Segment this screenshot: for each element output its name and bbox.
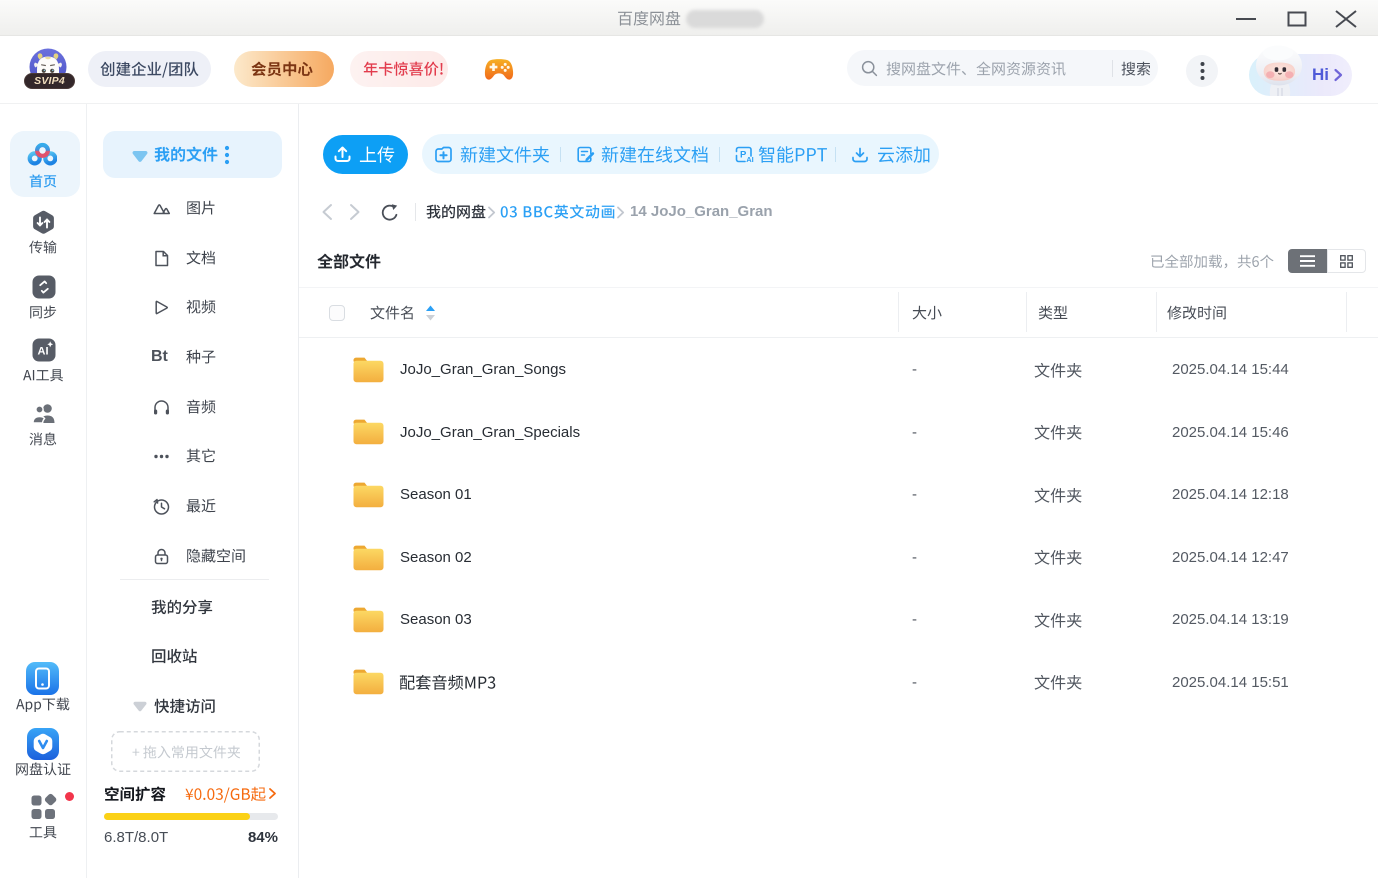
svg-text:AI: AI bbox=[38, 346, 49, 358]
svg-text:AI: AI bbox=[746, 155, 754, 164]
